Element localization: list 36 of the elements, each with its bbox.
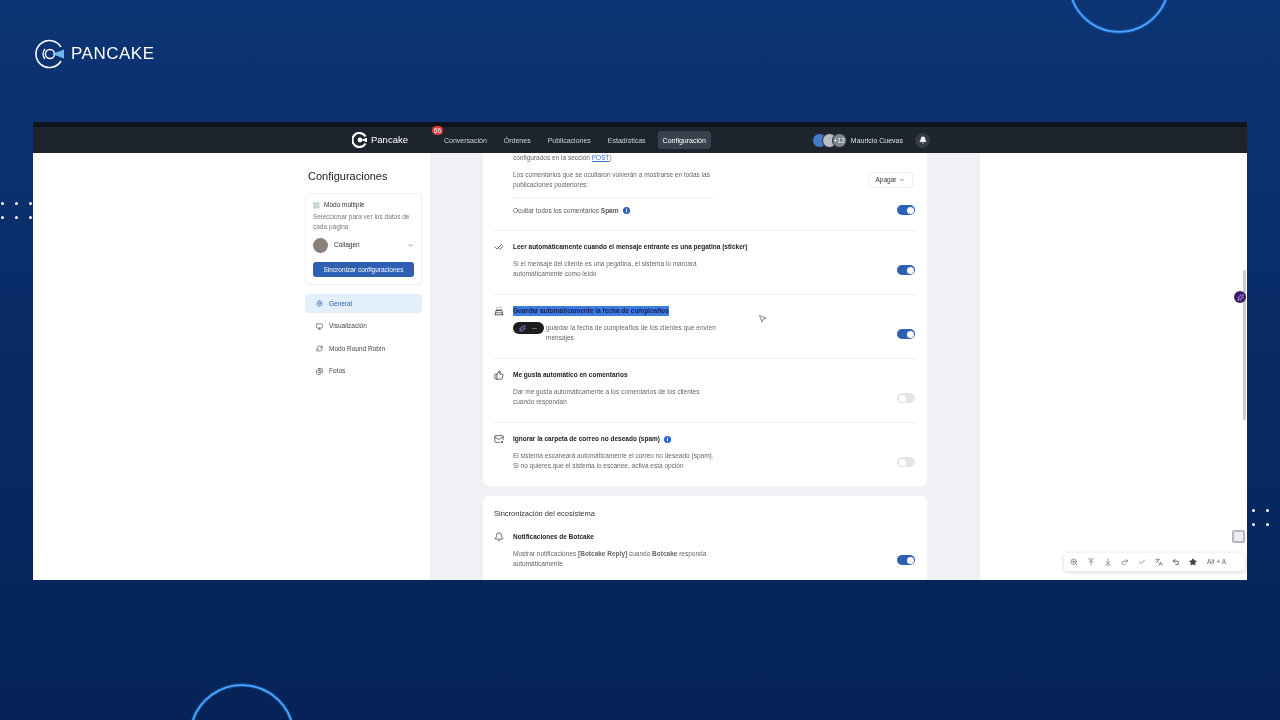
cursor-icon xyxy=(758,314,767,323)
toggle-switch[interactable] xyxy=(897,265,915,275)
nav-logo-text: Pancake xyxy=(371,134,408,146)
images-icon xyxy=(316,367,323,375)
undo-icon[interactable] xyxy=(1172,558,1180,566)
translate-icon[interactable] xyxy=(1155,558,1163,566)
double-check-icon xyxy=(494,242,504,252)
cake-icon xyxy=(494,306,504,316)
zoom-icon[interactable] xyxy=(1070,558,1078,566)
page-title: Configuraciones xyxy=(308,169,389,183)
thumbs-up-icon xyxy=(494,370,504,380)
info-icon[interactable] xyxy=(622,206,630,214)
bell-icon xyxy=(494,532,504,542)
toggle-switch[interactable] xyxy=(897,457,915,467)
refresh-icon xyxy=(316,345,323,352)
page-avatar xyxy=(313,237,328,253)
sparkle-icon[interactable] xyxy=(518,324,526,332)
redo-icon[interactable] xyxy=(1121,558,1129,566)
monitor-icon xyxy=(316,322,323,330)
floating-toolbar[interactable] xyxy=(513,322,544,334)
notifications-button[interactable] xyxy=(915,132,930,148)
grid-icon xyxy=(313,201,320,209)
settings-icon xyxy=(316,300,323,307)
toggle-switch[interactable] xyxy=(897,393,915,403)
scrollbar-thumb[interactable] xyxy=(1243,270,1246,420)
toggle-switch[interactable] xyxy=(897,329,915,339)
toggle-switch[interactable] xyxy=(897,205,915,215)
bell-icon[interactable] xyxy=(918,136,927,144)
info-icon[interactable] xyxy=(664,435,671,443)
brand-name: PANCAKE xyxy=(71,44,155,64)
mail-cross-icon xyxy=(494,434,504,444)
toggle-switch[interactable] xyxy=(897,555,915,565)
pancake-logo-icon xyxy=(34,38,66,70)
check-icon[interactable] xyxy=(1138,558,1146,566)
pancake-logo-icon[interactable] xyxy=(352,132,368,148)
star-icon[interactable] xyxy=(1189,558,1197,566)
